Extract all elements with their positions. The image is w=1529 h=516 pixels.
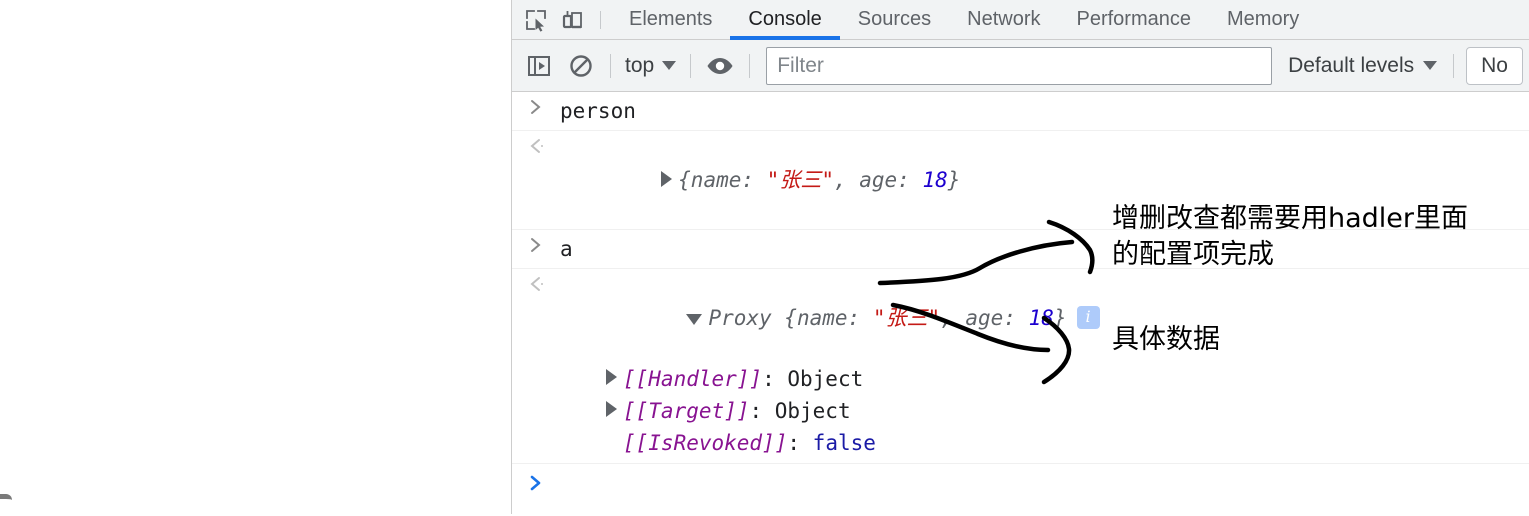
toolbar-divider	[600, 10, 601, 29]
object-preview-sep: , age:	[833, 168, 923, 192]
devtools-panel: Elements Console Sources Network Perform…	[511, 0, 1529, 514]
input-chevron-icon	[512, 96, 560, 116]
proxy-preview-close: }	[1053, 306, 1067, 330]
expand-triangle-icon[interactable]	[606, 401, 617, 417]
console-input-text: person	[560, 99, 636, 123]
proxy-label: Proxy	[708, 306, 785, 330]
tab-elements[interactable]: Elements	[611, 0, 730, 40]
chevron-down-icon	[662, 61, 677, 70]
toolbar-divider	[749, 53, 751, 78]
object-preview-open: {name:	[678, 168, 767, 192]
log-levels-label: Default levels	[1288, 53, 1415, 77]
output-chevron-icon	[512, 135, 560, 155]
internal-slot-sep: :	[762, 367, 788, 391]
object-preview-number: 18	[922, 168, 948, 192]
proxy-internal-slot-row[interactable]: [[Handler]]: Object	[560, 363, 1529, 395]
create-live-expression-icon[interactable]	[699, 46, 741, 86]
tab-network-label: Network	[967, 8, 1041, 30]
page-corner-artifact	[0, 494, 12, 516]
tab-elements-label: Elements	[629, 8, 713, 30]
object-preview-close: }	[947, 168, 961, 192]
toolbar-divider	[610, 53, 611, 78]
input-chevron-icon	[512, 234, 560, 254]
toolbar-divider	[1453, 53, 1455, 78]
console-input-text: a	[560, 237, 573, 261]
execution-context-label: top	[625, 53, 655, 77]
prompt-chevron-icon	[512, 472, 560, 492]
info-badge-icon[interactable]: i	[1076, 305, 1100, 329]
tab-sources[interactable]: Sources	[840, 0, 949, 40]
clear-console-icon[interactable]	[560, 46, 602, 86]
show-console-sidebar-icon[interactable]	[518, 46, 560, 86]
execution-context-selector[interactable]: top	[619, 54, 682, 78]
proxy-preview-string: "张三"	[872, 306, 941, 330]
console-output-row[interactable]: Proxy {name: "张三", age: 18} i [[Handler]]…	[512, 269, 1529, 464]
internal-slot-key: [[Handler]]	[623, 367, 763, 391]
internal-slot-key: [[IsRevoked]]	[623, 431, 788, 455]
collapse-triangle-icon[interactable]	[686, 313, 703, 325]
internal-slot-sep: :	[787, 431, 813, 455]
proxy-internal-slot-row[interactable]: [[Target]]: Object	[560, 395, 1529, 427]
internal-slot-value: Object	[787, 367, 864, 391]
console-input-row[interactable]: person	[512, 92, 1529, 131]
proxy-internal-slot-row: [[IsRevoked]]: false	[560, 427, 1529, 459]
log-levels-selector[interactable]: Default levels	[1280, 54, 1445, 78]
internal-slot-value: Object	[774, 399, 851, 423]
internal-slot-value: false	[812, 431, 876, 455]
console-filter-placeholder: Filter	[777, 53, 824, 77]
console-input-row[interactable]: a	[512, 230, 1529, 269]
internal-slot-key: [[Target]]	[623, 399, 750, 423]
console-prompt-row[interactable]	[512, 464, 1529, 496]
console-object-preview[interactable]: {name: "张三", age: 18}	[560, 135, 960, 225]
toolbar-divider	[690, 53, 692, 78]
proxy-object-preview[interactable]: Proxy {name: "张三", age: 18} i	[560, 273, 1529, 363]
tab-console[interactable]: Console	[730, 0, 841, 40]
expand-triangle-icon[interactable]	[606, 369, 617, 385]
issues-button[interactable]: No	[1466, 46, 1523, 85]
chevron-down-icon	[1423, 61, 1438, 70]
devtools-tabstrip: Elements Console Sources Network Perform…	[512, 0, 1529, 40]
console-filter-input[interactable]: Filter	[766, 46, 1273, 85]
proxy-preview-open: {name:	[784, 306, 873, 330]
issues-button-label: No	[1481, 53, 1508, 77]
object-preview-string: "张三"	[766, 168, 834, 192]
console-toolbar: top Filter Default levels No	[512, 40, 1529, 92]
internal-slot-sep: :	[749, 399, 775, 423]
tab-sources-label: Sources	[857, 8, 932, 30]
inspect-element-icon[interactable]	[518, 3, 554, 37]
expand-triangle-icon[interactable]	[661, 171, 673, 187]
console-message-list: person {name: "张三", age: 18} a Proxy {na…	[512, 92, 1529, 513]
webpage-viewport	[0, 0, 511, 514]
tab-performance[interactable]: Performance	[1059, 0, 1210, 40]
tab-memory[interactable]: Memory	[1209, 0, 1317, 40]
console-output-row[interactable]: {name: "张三", age: 18}	[512, 131, 1529, 230]
tab-console-label: Console	[748, 8, 822, 30]
proxy-preview-sep: , age:	[940, 306, 1029, 330]
proxy-preview-number: 18	[1028, 306, 1054, 330]
tab-network[interactable]: Network	[949, 0, 1058, 40]
tab-memory-label: Memory	[1227, 8, 1300, 30]
tab-performance-label: Performance	[1076, 8, 1192, 30]
device-toolbar-icon[interactable]	[554, 3, 590, 37]
output-chevron-icon	[512, 273, 560, 293]
